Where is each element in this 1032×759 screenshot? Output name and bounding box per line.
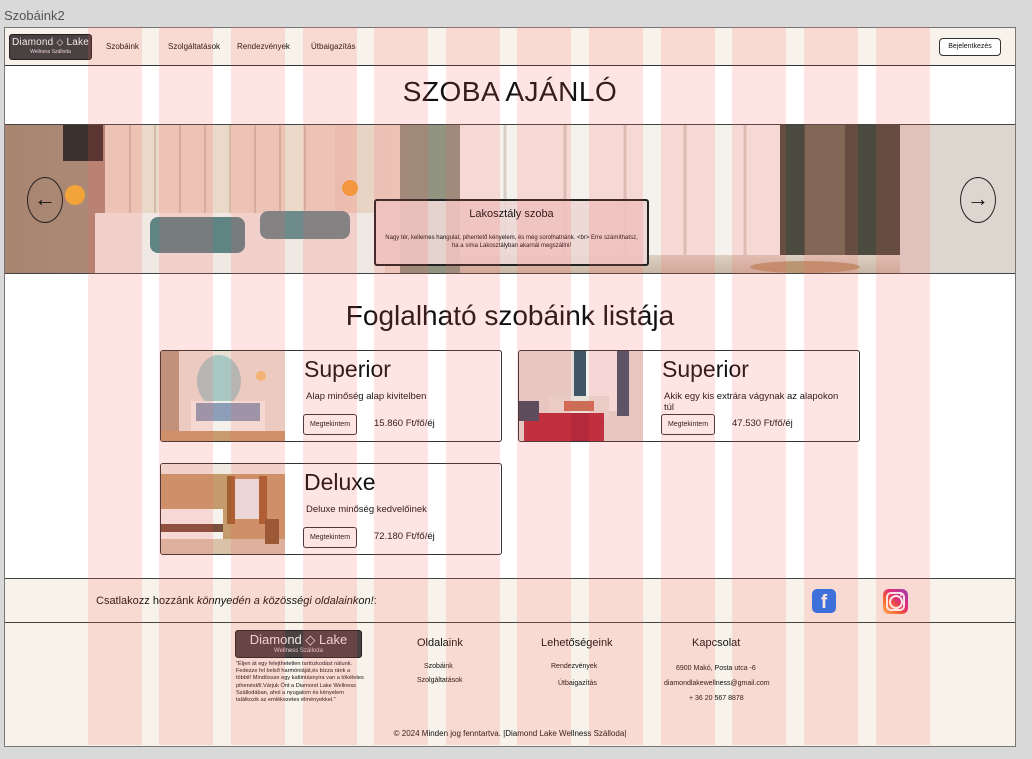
footer-quote: "Éljen át egy felejthetetlen tartózkodás… bbox=[236, 661, 364, 704]
footer-logo: Diamond ◇ Lake Wellness Szálloda bbox=[235, 630, 362, 658]
room-name: Superior bbox=[304, 356, 391, 382]
frame-title: Szobáink2 bbox=[4, 8, 65, 23]
footer-link-utbaigazitas[interactable]: Útbaigazítás bbox=[558, 680, 597, 687]
room-thumbnail bbox=[161, 464, 285, 554]
room-description: Akik egy kis extrára vágynak az alapokon… bbox=[664, 391, 839, 413]
nav-utbaigazitas[interactable]: Útbaigazítás bbox=[311, 42, 355, 51]
footer-email[interactable]: diamondlakewellness@gmail.com bbox=[664, 680, 770, 687]
room-thumbnail bbox=[519, 351, 643, 441]
footer-phone: + 36 20 567 8878 bbox=[689, 695, 744, 702]
carousel-caption: Lakosztály szoba Nagy tér, kellemes hang… bbox=[374, 199, 649, 266]
caption-text: Nagy tér, kellemes hangulat, pihentető k… bbox=[385, 235, 638, 249]
room-name: Superior bbox=[662, 356, 749, 382]
room-carousel: ← → Lakosztály szoba Nagy tér, kellemes … bbox=[5, 124, 1015, 274]
room-card: Deluxe Deluxe minőség kedvelőinek Megtek… bbox=[160, 463, 502, 555]
logo[interactable]: Diamond ◇ Lake Wellness Szálloda bbox=[9, 34, 92, 60]
footer-link-szolgaltatasok[interactable]: Szolgáltatások bbox=[417, 677, 463, 684]
view-room-button[interactable]: Megtekintem bbox=[303, 527, 357, 548]
nav-szolgaltatasok[interactable]: Szolgáltatások bbox=[168, 42, 220, 51]
footer-pages-title: Oldalaink bbox=[417, 637, 463, 649]
room-description: Deluxe minőség kedvelőinek bbox=[306, 504, 427, 515]
room-card: Superior Alap minőség alap kivitelben Me… bbox=[160, 350, 502, 442]
diamond-icon: ◇ bbox=[305, 632, 316, 647]
rooms-section-title: Foglalható szobáink listája bbox=[345, 300, 675, 331]
carousel-next-button[interactable]: → bbox=[960, 177, 996, 223]
room-price: 47.530 Ft/fő/éj bbox=[732, 418, 793, 429]
room-description: Alap minőség alap kivitelben bbox=[306, 391, 427, 402]
hero-title: SZOBA AJÁNLÓ bbox=[402, 76, 618, 107]
nav-rendezvenyek[interactable]: Rendezvények bbox=[237, 42, 290, 51]
room-price: 15.860 Ft/fő/éj bbox=[374, 418, 435, 429]
view-room-button[interactable]: Megtekintem bbox=[661, 414, 715, 435]
copyright: © 2024 Minden jog fenntartva. |Diamond L… bbox=[393, 729, 627, 738]
caption-title: Lakosztály szoba bbox=[469, 208, 554, 220]
site-header: Diamond ◇ Lake Wellness Szálloda Szobáin… bbox=[5, 28, 1015, 66]
login-button[interactable]: Bejelentkezés bbox=[939, 38, 1001, 56]
room-card: Superior Akik egy kis extrára vágynak az… bbox=[518, 350, 860, 442]
facebook-icon[interactable]: f bbox=[812, 589, 836, 613]
footer-contact-title: Kapcsolat bbox=[692, 637, 741, 649]
room-price: 72.180 Ft/fő/éj bbox=[374, 531, 435, 542]
footer-link-rendezvenyek[interactable]: Rendezvények bbox=[551, 663, 597, 670]
footer-options-title: Lehetőségeink bbox=[541, 637, 613, 649]
carousel-prev-button[interactable]: ← bbox=[27, 177, 63, 223]
social-join-text: Csatlakozz hozzánk könnyedén a közösségi… bbox=[96, 595, 377, 607]
logo-subtitle: Wellness Szálloda bbox=[30, 49, 71, 55]
social-strip: Csatlakozz hozzánk könnyedén a közösségi… bbox=[5, 578, 1015, 623]
room-thumbnail bbox=[161, 351, 285, 441]
nav-szobaink[interactable]: Szobáink bbox=[106, 42, 139, 51]
diamond-icon: ◇ bbox=[56, 37, 64, 47]
logo-brand: Diamond ◇ Lake bbox=[11, 37, 89, 48]
site-footer: Diamond ◇ Lake Wellness Szálloda "Éljen … bbox=[5, 623, 1015, 746]
page-frame: Diamond ◇ Lake Wellness Szálloda Szobáin… bbox=[4, 27, 1016, 747]
instagram-icon[interactable] bbox=[883, 589, 908, 614]
footer-link-szobaink[interactable]: Szobáink bbox=[424, 663, 453, 670]
footer-address: 6900 Makó, Posta utca -6 bbox=[676, 665, 756, 672]
footer-logo-brand: Diamond ◇ Lake bbox=[249, 632, 348, 647]
room-name: Deluxe bbox=[304, 469, 376, 495]
footer-logo-subtitle: Wellness Szálloda bbox=[274, 648, 323, 654]
view-room-button[interactable]: Megtekintem bbox=[303, 414, 357, 435]
